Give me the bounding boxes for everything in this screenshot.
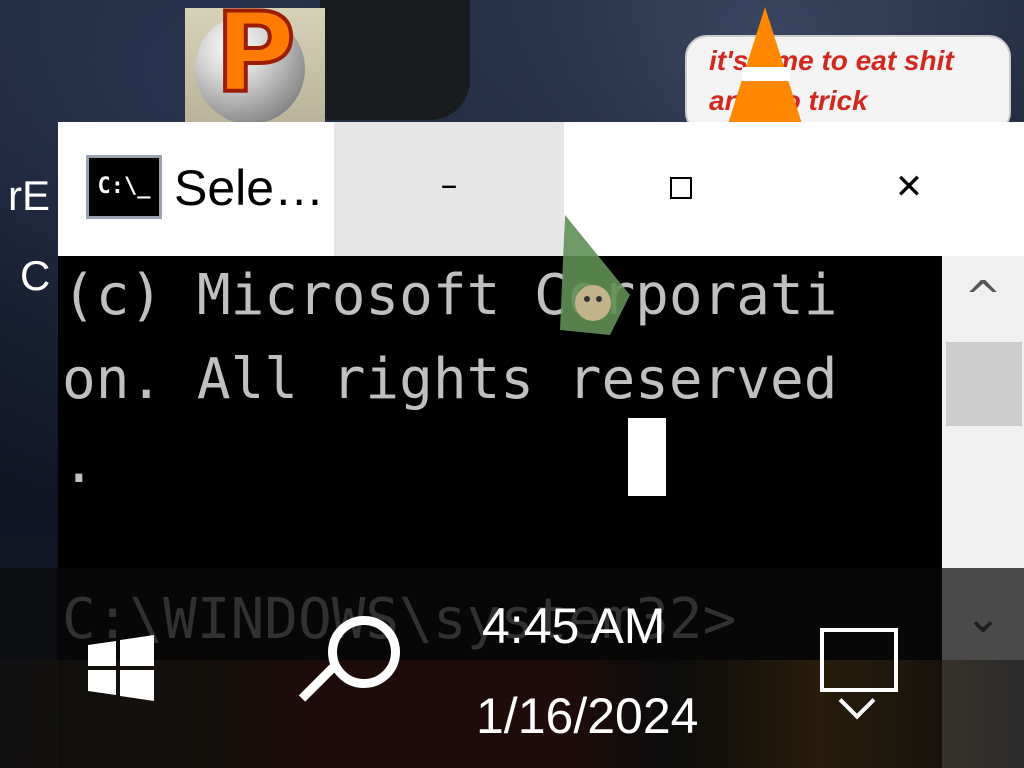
minimize-icon: – <box>440 165 458 205</box>
search-icon-handle <box>298 664 337 702</box>
pinball-desktop-icon[interactable]: P <box>185 0 325 124</box>
vlc-desktop-icon[interactable]: it's time to eat shit and go trick <box>685 7 1011 134</box>
vlc-cone-stripe <box>742 67 790 81</box>
start-button[interactable] <box>88 635 154 701</box>
minimize-button[interactable]: – <box>334 122 564 256</box>
notification-icon <box>820 628 898 692</box>
maximize-icon <box>670 177 692 199</box>
console-app-icon: C:\_ <box>86 155 162 219</box>
windows-logo-icon <box>88 635 154 701</box>
close-icon: ✕ <box>894 167 924 207</box>
console-line-2: on. All rights reserved <box>62 347 838 412</box>
clock-time[interactable]: 4:45 AM <box>482 594 665 658</box>
pinball-letter: P <box>213 0 298 117</box>
window-title: Sele… <box>174 160 325 216</box>
desktop-icon-label: rE <box>8 172 50 219</box>
close-button[interactable]: ✕ <box>794 122 1024 256</box>
text-cursor <box>628 418 666 496</box>
scroll-thumb[interactable] <box>946 342 1022 426</box>
title-bar[interactable]: C:\_ Sele… – ✕ <box>58 122 1024 256</box>
clock-date[interactable]: 1/16/2024 <box>476 684 698 748</box>
console-line-1: (c) Microsoft Corporati <box>62 263 838 328</box>
wallpaper-figure <box>320 0 470 120</box>
desktop-icon-label: C <box>20 252 51 299</box>
scroll-up-button[interactable]: ^ <box>942 256 1024 340</box>
search-icon <box>328 616 400 688</box>
action-center-button[interactable] <box>820 628 900 720</box>
search-button[interactable] <box>298 610 420 730</box>
console-line-3: . <box>62 431 96 496</box>
green-cone-icon <box>560 215 630 335</box>
chevron-up-icon: ^ <box>964 272 1002 323</box>
